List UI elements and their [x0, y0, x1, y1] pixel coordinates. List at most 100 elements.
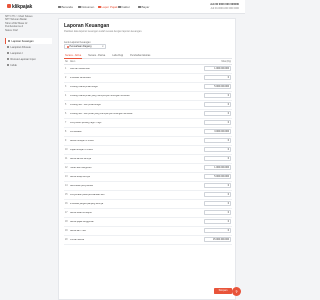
- save-button[interactable]: Simpan: [214, 288, 232, 294]
- account-name: Piutang usaha pihak ketiga: [70, 85, 98, 88]
- amount-input[interactable]: 1.000.000.000: [204, 66, 231, 71]
- amount-input[interactable]: 0: [204, 210, 231, 215]
- table-row: 8 Persediaan 3.000.000.000: [64, 128, 232, 137]
- table-row: 2 Investasi sementara 0: [64, 74, 232, 83]
- nav-bayar[interactable]: Bayar: [138, 5, 158, 9]
- tab-neraca-aktiva[interactable]: Neraca - Aktiva: [64, 54, 83, 59]
- account-name: Investasi jangka panjang lainnya: [70, 202, 104, 205]
- formula-icon: [6, 57, 9, 61]
- file-icon: [6, 63, 9, 67]
- amount-input[interactable]: 0: [204, 228, 231, 233]
- account-name: Akumulasi penyusutan: [70, 184, 94, 187]
- payment-icon: [138, 5, 141, 9]
- account-name: Jumlah aktiva: [70, 238, 85, 241]
- amount-input[interactable]: 0: [204, 138, 231, 143]
- report-tabs: Neraca - Aktiva Neraca - Pasiva Laba Rug…: [64, 54, 232, 59]
- amount-input[interactable]: 0: [204, 183, 231, 188]
- table-row: 18 Aktiva pajak tangguhan 0: [64, 218, 232, 227]
- table-row: 7 Penyisihan piutang ragu - ragu 0: [64, 119, 232, 128]
- table-row: 15 Penyertaan pada perusahaan lain 0: [64, 191, 232, 200]
- klikpajak-logo[interactable]: klikpajak: [7, 4, 32, 10]
- aktiva-table: No Akun Nilai (Rp) 1 Kas dan setara kas 1.…: [64, 60, 232, 245]
- account-name: Kas dan setara kas: [70, 67, 90, 70]
- invoice-icon: [118, 5, 121, 9]
- table-row: 5 Piutang lain - lain pihak ketiga 0: [64, 101, 232, 110]
- amount-input[interactable]: 15.000.000.000: [204, 237, 231, 242]
- tab-laba-rugi[interactable]: Laba Rugi: [111, 54, 124, 59]
- nav-dokumen[interactable]: Dokumen: [78, 5, 98, 9]
- amount-input[interactable]: 5.000.000.000: [204, 174, 231, 179]
- sidebar-item-induk[interactable]: Induk: [5, 62, 52, 68]
- account-name: Aktiva tetap lainnya: [70, 175, 90, 178]
- account-name: Aktiva lain - lain: [70, 229, 87, 232]
- table-row: 3 Piutang usaha pihak ketiga 5.000.000.000: [64, 83, 232, 92]
- account-name: Investasi sementara: [70, 76, 91, 79]
- amount-input[interactable]: 5.000.000.000: [204, 84, 231, 89]
- amount-input[interactable]: 0: [204, 93, 231, 98]
- table-row: 11 Aktiva lancar lainnya 0: [64, 155, 232, 164]
- amount-input[interactable]: 0: [204, 102, 231, 107]
- table-row: 6 Piutang lain - lain pihak yang mempunya…: [64, 110, 232, 119]
- account-name: Pajak dibayar di muka: [70, 148, 93, 151]
- amount-input[interactable]: 0: [204, 75, 231, 80]
- user-menu[interactable]: Adi 00 0000 000 000000 Adi 00-0000-000 0…: [210, 3, 239, 10]
- nav-beranda[interactable]: Beranda: [58, 5, 78, 9]
- amount-input[interactable]: 0: [204, 192, 231, 197]
- amount-input[interactable]: 1.000.000.000: [204, 165, 231, 170]
- amount-input[interactable]: 0: [204, 147, 231, 152]
- table-body: 1 Kas dan setara kas 1.000.000.000 2 Investa…: [64, 65, 232, 245]
- report-icon: [98, 5, 101, 9]
- table-row: 4 Piutang usaha pihak yang mempunyai hubu…: [64, 92, 232, 101]
- top-navbar: klikpajak Beranda Dokumen Lapor Pajak Fa…: [0, 0, 245, 14]
- report-type-select[interactable]: Perusahaan Dagang ▾: [64, 44, 106, 49]
- document-icon: [78, 5, 81, 9]
- user-name: Adi 00 0000 000 000000: [210, 3, 239, 6]
- account-name: Beban dibayar di muka: [70, 139, 94, 142]
- logo-icon: [7, 4, 11, 9]
- user-npwp: Adi 00-0000-000 000 0000: [210, 6, 239, 10]
- amount-input[interactable]: 0: [204, 219, 231, 224]
- table-row: 19 Aktiva lain - lain 0: [64, 227, 232, 236]
- radio-dot-icon: [66, 45, 69, 48]
- sidebar: SPT 1771 > Ubah Sukses SPT Tahunan Badan…: [0, 14, 56, 300]
- table-row: 1 Kas dan setara kas 1.000.000.000: [64, 65, 232, 74]
- amount-input[interactable]: 0: [204, 120, 231, 125]
- table-row: 13 Aktiva tetap lainnya 5.000.000.000: [64, 173, 232, 182]
- home-icon: [58, 5, 61, 9]
- document-icon: [6, 51, 9, 55]
- spt-info: SPT 1771 > Ubah Sukses SPT Tahunan Badan…: [5, 15, 33, 32]
- table-row: 17 Aktiva tidak berwujud 0: [64, 209, 232, 218]
- tab-perubahan-ekuitas[interactable]: Perubahan Ekuitas: [129, 54, 151, 59]
- main-panel: Laporan Keuangan Pastikan data laporan k…: [58, 18, 236, 300]
- main-nav: Beranda Dokumen Lapor Pajak Faktur Bayar: [58, 5, 158, 9]
- amount-input[interactable]: 3.000.000.000: [204, 129, 231, 134]
- report-icon: [7, 39, 10, 43]
- table-row: 14 Akumulasi penyusutan 0: [64, 182, 232, 191]
- account-name: Penyertaan pada perusahaan lain: [70, 193, 105, 196]
- table-row: 12 Tanah dan bangunan 1.000.000.000: [64, 164, 232, 173]
- form-footer: Simpan: [64, 287, 232, 295]
- account-name: Persediaan: [70, 130, 82, 133]
- amount-input[interactable]: 0: [204, 156, 231, 161]
- chevron-down-icon: ▾: [102, 45, 104, 48]
- account-name: Piutang lain - lain pihak ketiga: [70, 103, 101, 106]
- account-name: Piutang lain - lain pihak yang mempunyai…: [70, 112, 133, 115]
- page-title: Laporan Keuangan: [64, 23, 110, 29]
- table-row: 10 Pajak dibayar di muka 0: [64, 146, 232, 155]
- account-name: Aktiva tidak berwujud: [70, 211, 92, 214]
- table-row: 16 Investasi jangka panjang lainnya 0: [64, 200, 232, 209]
- amount-input[interactable]: 0: [204, 111, 231, 116]
- attachment-icon: [6, 45, 9, 49]
- table-row: 20 Jumlah aktiva 15.000.000.000: [64, 236, 232, 245]
- nav-lapor-pajak[interactable]: Lapor Pajak: [98, 5, 118, 9]
- account-name: Tanah dan bangunan: [70, 166, 92, 169]
- help-chat-button[interactable]: ?: [232, 287, 241, 296]
- account-name: Aktiva pajak tangguhan: [70, 220, 94, 223]
- table-row: 9 Beban dibayar di muka 0: [64, 137, 232, 146]
- nav-faktur[interactable]: Faktur: [118, 5, 138, 9]
- account-name: Piutang usaha pihak yang mempunyai hubun…: [70, 94, 130, 97]
- page-subtitle: Pastikan data laporan keuangan sudah ses…: [64, 29, 143, 33]
- tab-neraca-pasiva[interactable]: Neraca - Pasiva: [87, 54, 106, 59]
- amount-input[interactable]: 0: [204, 201, 231, 206]
- account-name: Aktiva lancar lainnya: [70, 157, 92, 160]
